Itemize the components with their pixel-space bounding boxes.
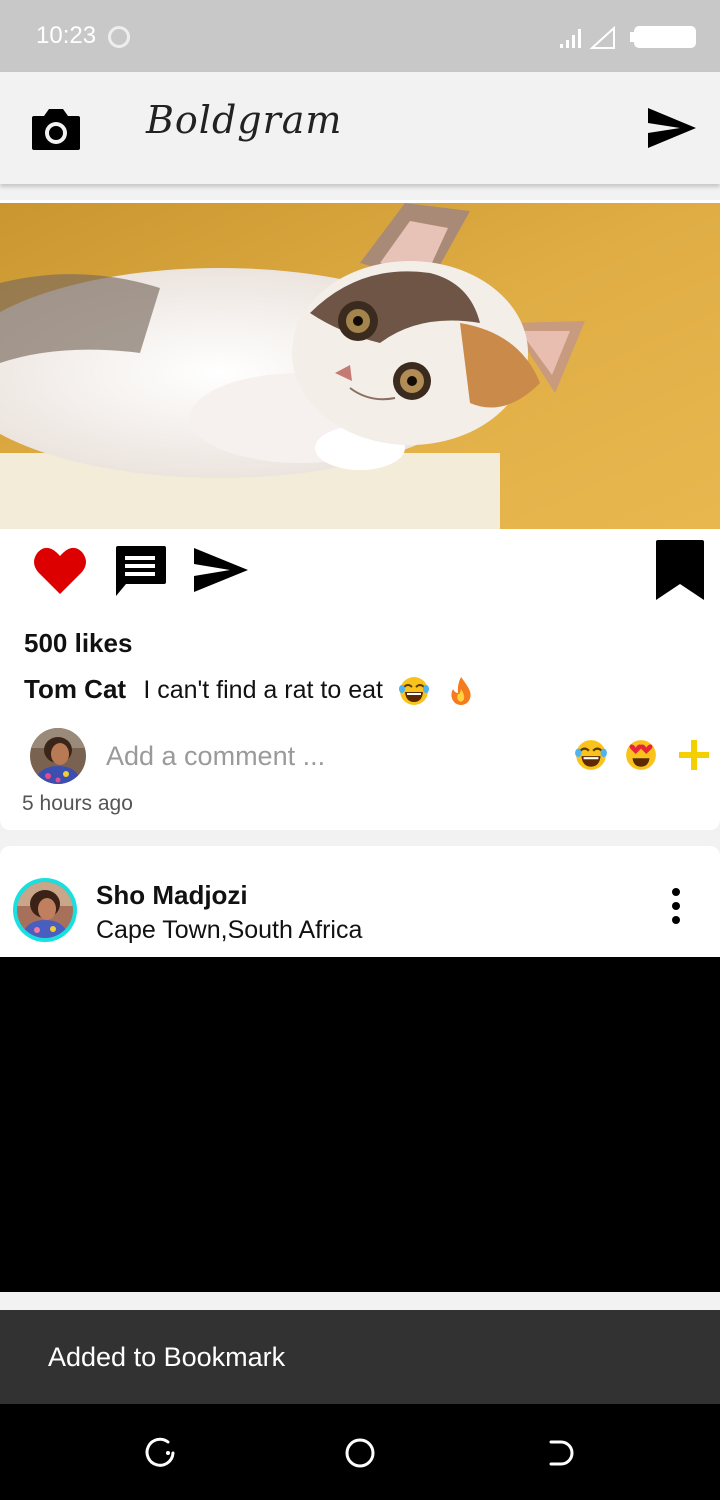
status-icons [560,25,696,49]
send-icon[interactable] [646,106,698,150]
comment-input[interactable] [106,736,546,776]
snackbar-message: Added to Bookmark [48,1342,286,1372]
signal-icon [560,29,581,48]
laughing-face-emoji[interactable] [574,738,608,772]
network-icon [589,25,615,49]
post-media[interactable] [0,957,720,1292]
back-icon[interactable] [543,1436,577,1470]
home-icon[interactable] [343,1436,377,1470]
sync-icon [108,26,130,48]
status-time: 10:23 [36,22,97,49]
post-card: Sho Madjozi Cape Town,South Africa [0,846,720,1292]
app-bar: Boldgram [0,72,720,184]
laughing-face-emoji [399,677,430,706]
camera-icon[interactable] [30,106,82,152]
avatar-image [17,882,73,938]
post-actions [0,530,720,610]
recent-apps-icon[interactable] [143,1436,177,1470]
caption-text: I can't find a rat to eat [143,676,383,704]
snackbar: Added to Bookmark [0,1310,720,1404]
post-caption: Tom Cat I can't find a rat to eat [24,674,477,707]
system-nav-bar [0,1404,720,1500]
comment-row [0,728,720,788]
add-reaction-icon[interactable] [678,736,710,774]
fire-emoji [451,677,472,706]
post-location[interactable]: Cape Town,South Africa [96,916,362,945]
comment-icon[interactable] [112,544,168,598]
battery-icon [630,26,696,48]
caption-author[interactable]: Tom Cat [24,674,126,704]
post-image[interactable] [0,203,720,529]
heart-icon[interactable] [32,544,88,596]
more-options-icon[interactable] [664,886,688,926]
share-icon[interactable] [192,546,250,594]
bookmark-icon[interactable] [654,538,706,602]
app-title: Boldgram [146,98,343,142]
status-bar: 10:23 [0,0,720,72]
author-avatar[interactable] [13,878,77,942]
post-card: 500 likes Tom Cat I can't find a rat to … [0,200,720,830]
user-avatar [30,728,86,784]
likes-count[interactable]: 500 likes [24,628,132,659]
heart-eyes-emoji[interactable] [624,738,658,772]
post-author[interactable]: Sho Madjozi [96,880,248,911]
post-timestamp: 5 hours ago [22,792,133,815]
